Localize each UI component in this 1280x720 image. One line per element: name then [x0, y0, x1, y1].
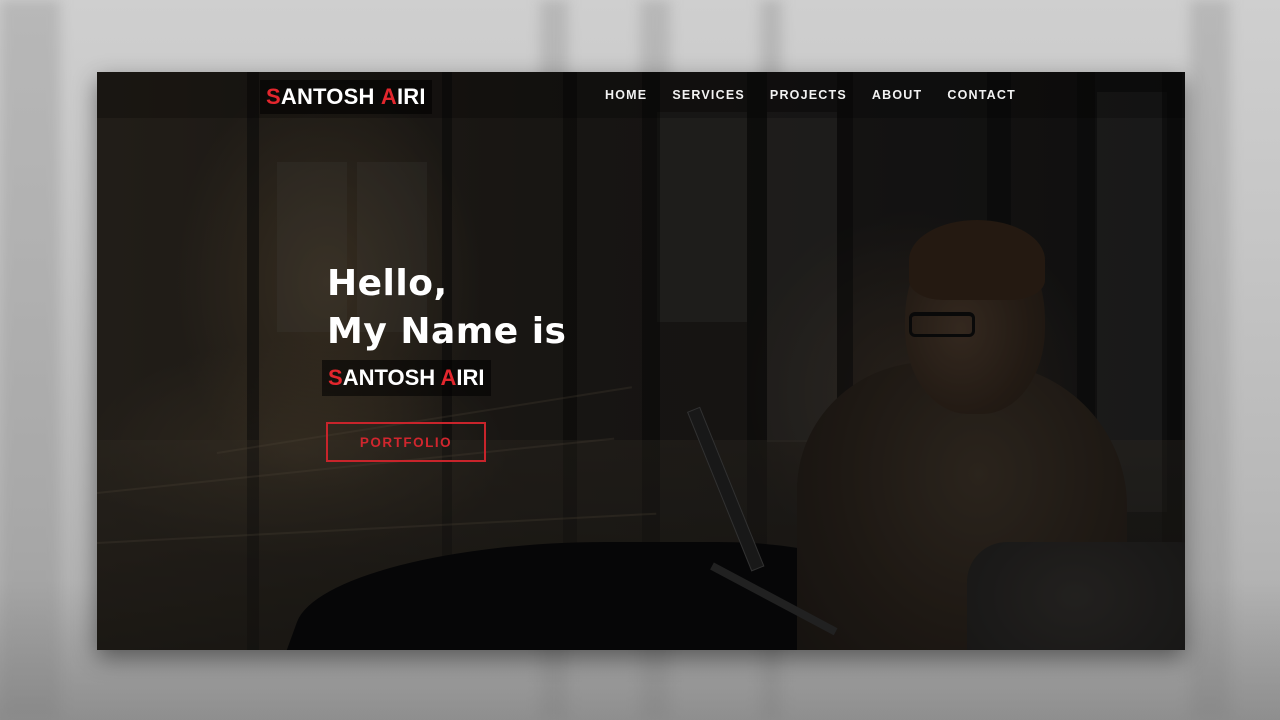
site-logo[interactable]: S ANTOSH A IRI — [260, 80, 432, 114]
top-navbar: S ANTOSH A IRI HOME SERVICES PROJECTS ABOU… — [97, 72, 1185, 118]
hero-name-initial-last: A — [440, 365, 457, 390]
nav-item-projects[interactable]: PROJECTS — [770, 88, 847, 102]
hero-text: Hello, My Name is SANTOSH AIRI — [322, 260, 567, 396]
hero-name-initial-first: S — [328, 365, 343, 390]
website-preview: S ANTOSH A IRI HOME SERVICES PROJECTS ABOU… — [97, 72, 1185, 650]
nav-item-services[interactable]: SERVICES — [672, 88, 745, 102]
hero-name-text-last: IRI — [456, 365, 485, 390]
hero-intro: My Name is — [327, 311, 567, 352]
backdrop: S ANTOSH A IRI HOME SERVICES PROJECTS ABOU… — [0, 0, 1280, 720]
hero-name-text-first: ANTOSH — [342, 365, 441, 390]
nav-item-contact[interactable]: CONTACT — [947, 88, 1016, 102]
nav-menu: HOME SERVICES PROJECTS ABOUT CONTACT — [605, 88, 1041, 102]
hero-greeting: Hello, — [327, 263, 448, 304]
portfolio-button[interactable]: PORTFOLIO — [326, 422, 486, 462]
logo-initial-first: S — [266, 84, 281, 109]
logo-initial-last: A — [380, 84, 397, 109]
nav-item-home[interactable]: HOME — [605, 88, 647, 102]
hero-name: SANTOSH AIRI — [322, 360, 491, 396]
dark-overlay — [97, 72, 1185, 650]
logo-text-last: IRI — [396, 84, 426, 109]
nav-item-about[interactable]: ABOUT — [872, 88, 922, 102]
logo-text-first: ANTOSH — [280, 84, 381, 109]
